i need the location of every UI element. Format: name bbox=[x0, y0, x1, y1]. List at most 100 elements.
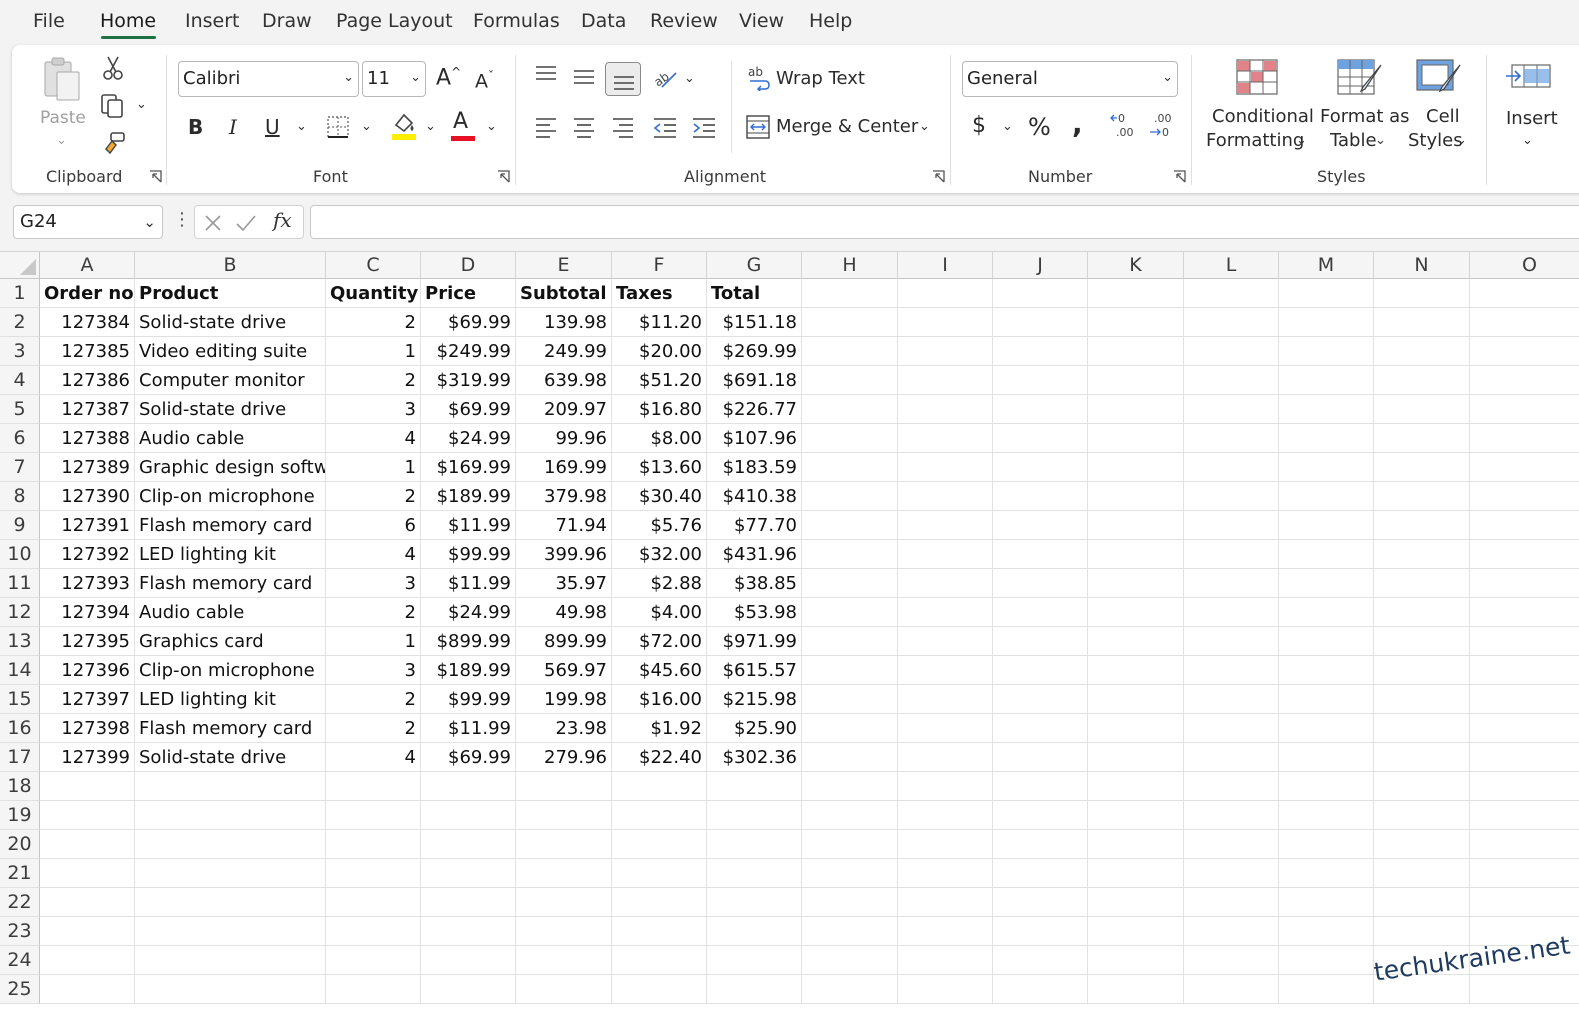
cell-f16[interactable]: $1.92 bbox=[612, 714, 707, 743]
cell-c5[interactable]: 3 bbox=[326, 395, 421, 424]
cell-g7[interactable]: $183.59 bbox=[707, 453, 802, 482]
cell-g24[interactable] bbox=[707, 946, 802, 975]
cut-icon[interactable] bbox=[102, 55, 124, 81]
cell-n13[interactable] bbox=[1374, 627, 1470, 656]
cell-f13[interactable]: $72.00 bbox=[612, 627, 707, 656]
cell-h9[interactable] bbox=[802, 511, 898, 540]
cell-o2[interactable] bbox=[1470, 308, 1579, 337]
name-box[interactable]: G24 ⌄ bbox=[13, 205, 163, 239]
cell-a9[interactable]: 127391 bbox=[40, 511, 135, 540]
row-header-4[interactable]: 4 bbox=[0, 366, 40, 395]
merge-center-chevron-icon[interactable]: ⌄ bbox=[919, 119, 930, 134]
cell-a23[interactable] bbox=[40, 917, 135, 946]
cell-j24[interactable] bbox=[993, 946, 1088, 975]
cell-d10[interactable]: $99.99 bbox=[421, 540, 516, 569]
cell-b25[interactable] bbox=[135, 975, 326, 1004]
font-launcher-icon[interactable] bbox=[497, 170, 510, 183]
cell-o22[interactable] bbox=[1470, 888, 1579, 917]
cell-f24[interactable] bbox=[612, 946, 707, 975]
cell-b12[interactable]: Audio cable bbox=[135, 598, 326, 627]
row-header-8[interactable]: 8 bbox=[0, 482, 40, 511]
cell-f4[interactable]: $51.20 bbox=[612, 366, 707, 395]
insert-function-icon[interactable]: fx bbox=[273, 208, 292, 232]
cell-d11[interactable]: $11.99 bbox=[421, 569, 516, 598]
cell-a11[interactable]: 127393 bbox=[40, 569, 135, 598]
cell-e10[interactable]: 399.96 bbox=[516, 540, 612, 569]
cell-l2[interactable] bbox=[1184, 308, 1279, 337]
column-header-h[interactable]: H bbox=[802, 252, 898, 279]
font-name-select[interactable]: Calibri ⌄ bbox=[178, 61, 359, 97]
column-header-e[interactable]: E bbox=[516, 252, 612, 279]
cell-d8[interactable]: $189.99 bbox=[421, 482, 516, 511]
cell-c25[interactable] bbox=[326, 975, 421, 1004]
cell-n22[interactable] bbox=[1374, 888, 1470, 917]
cell-d12[interactable]: $24.99 bbox=[421, 598, 516, 627]
cell-f15[interactable]: $16.00 bbox=[612, 685, 707, 714]
cell-b9[interactable]: Flash memory card bbox=[135, 511, 326, 540]
cell-m7[interactable] bbox=[1279, 453, 1374, 482]
cell-d15[interactable]: $99.99 bbox=[421, 685, 516, 714]
cell-a6[interactable]: 127388 bbox=[40, 424, 135, 453]
cell-f12[interactable]: $4.00 bbox=[612, 598, 707, 627]
column-header-i[interactable]: I bbox=[898, 252, 993, 279]
cell-h3[interactable] bbox=[802, 337, 898, 366]
row-header-15[interactable]: 15 bbox=[0, 685, 40, 714]
cell-a18[interactable] bbox=[40, 772, 135, 801]
cell-k12[interactable] bbox=[1088, 598, 1184, 627]
cell-f18[interactable] bbox=[612, 772, 707, 801]
cell-f10[interactable]: $32.00 bbox=[612, 540, 707, 569]
row-header-11[interactable]: 11 bbox=[0, 569, 40, 598]
cell-j5[interactable] bbox=[993, 395, 1088, 424]
cell-m11[interactable] bbox=[1279, 569, 1374, 598]
cell-a22[interactable] bbox=[40, 888, 135, 917]
cell-m19[interactable] bbox=[1279, 801, 1374, 830]
cell-b10[interactable]: LED lighting kit bbox=[135, 540, 326, 569]
cell-e17[interactable]: 279.96 bbox=[516, 743, 612, 772]
cell-d22[interactable] bbox=[421, 888, 516, 917]
cell-h23[interactable] bbox=[802, 917, 898, 946]
cell-o6[interactable] bbox=[1470, 424, 1579, 453]
cell-e18[interactable] bbox=[516, 772, 612, 801]
cell-o25[interactable] bbox=[1470, 975, 1579, 1004]
cell-g19[interactable] bbox=[707, 801, 802, 830]
cell-b7[interactable]: Graphic design softw bbox=[135, 453, 326, 482]
cell-d24[interactable] bbox=[421, 946, 516, 975]
cell-h11[interactable] bbox=[802, 569, 898, 598]
cell-m5[interactable] bbox=[1279, 395, 1374, 424]
cell-b22[interactable] bbox=[135, 888, 326, 917]
cell-h21[interactable] bbox=[802, 859, 898, 888]
cell-o21[interactable] bbox=[1470, 859, 1579, 888]
align-left-icon[interactable] bbox=[534, 117, 558, 139]
cell-n12[interactable] bbox=[1374, 598, 1470, 627]
cell-f19[interactable] bbox=[612, 801, 707, 830]
cell-j21[interactable] bbox=[993, 859, 1088, 888]
cell-c20[interactable] bbox=[326, 830, 421, 859]
borders-chevron-icon[interactable]: ⌄ bbox=[361, 119, 372, 134]
row-header-20[interactable]: 20 bbox=[0, 830, 40, 859]
cell-e13[interactable]: 899.99 bbox=[516, 627, 612, 656]
cell-e5[interactable]: 209.97 bbox=[516, 395, 612, 424]
cell-b20[interactable] bbox=[135, 830, 326, 859]
cell-i3[interactable] bbox=[898, 337, 993, 366]
cell-k24[interactable] bbox=[1088, 946, 1184, 975]
cell-f2[interactable]: $11.20 bbox=[612, 308, 707, 337]
cell-m8[interactable] bbox=[1279, 482, 1374, 511]
orientation-chevron-icon[interactable]: ⌄ bbox=[684, 71, 695, 86]
cell-c15[interactable]: 2 bbox=[326, 685, 421, 714]
cell-d23[interactable] bbox=[421, 917, 516, 946]
copy-icon[interactable] bbox=[100, 93, 126, 119]
cell-c7[interactable]: 1 bbox=[326, 453, 421, 482]
cell-l16[interactable] bbox=[1184, 714, 1279, 743]
cell-l21[interactable] bbox=[1184, 859, 1279, 888]
cell-b15[interactable]: LED lighting kit bbox=[135, 685, 326, 714]
italic-icon[interactable]: I bbox=[229, 115, 237, 139]
cell-g13[interactable]: $971.99 bbox=[707, 627, 802, 656]
cell-j16[interactable] bbox=[993, 714, 1088, 743]
cell-k13[interactable] bbox=[1088, 627, 1184, 656]
cell-b5[interactable]: Solid-state drive bbox=[135, 395, 326, 424]
cell-n23[interactable] bbox=[1374, 917, 1470, 946]
cell-d21[interactable] bbox=[421, 859, 516, 888]
column-header-n[interactable]: N bbox=[1374, 252, 1470, 279]
top-align-icon[interactable] bbox=[534, 65, 558, 85]
row-header-22[interactable]: 22 bbox=[0, 888, 40, 917]
